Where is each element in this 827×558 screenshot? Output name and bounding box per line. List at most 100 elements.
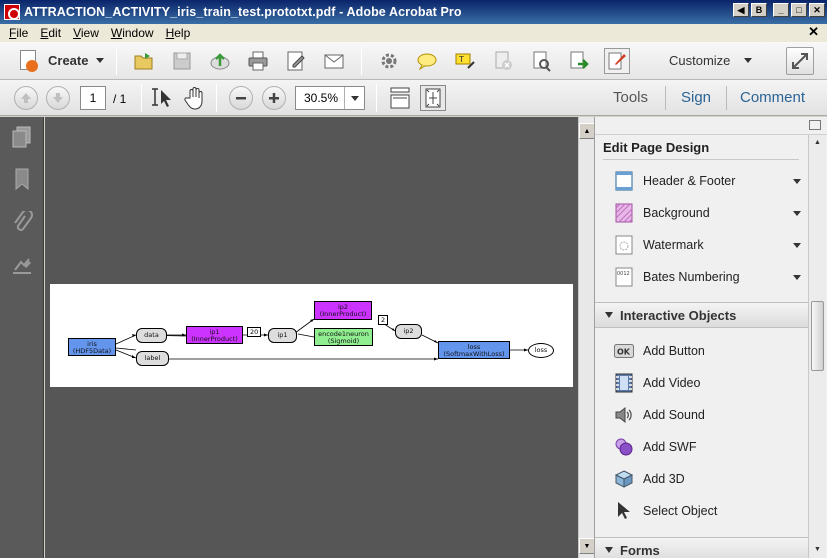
loss-softmaxwithloss-layer: loss (SoftmaxWithLoss) [438,341,510,359]
speaker-sound-icon [613,404,635,426]
add-sound-item[interactable]: Add Sound [613,401,803,429]
email-icon[interactable] [321,48,347,74]
minus-icon [236,97,246,100]
open-folder-icon[interactable] [131,48,157,74]
arrow-down-icon [53,93,63,103]
scroll-up-arrow[interactable]: ▲ [810,135,825,150]
swf-bubbles-icon [613,436,635,458]
collapse-triangle-icon [605,312,613,318]
scroll-down-arrow[interactable]: ▼ [579,538,595,554]
edge-label-20: 20 [247,327,262,337]
encode1neuron-sigmoid-layer: encode1neuron (Sigmoid) [314,328,373,346]
tools-pane-scrollbar[interactable]: ▲ ▼ [808,135,826,558]
pane-options-icon[interactable] [809,120,821,130]
svg-text:OK: OK [617,348,631,357]
tools-tab[interactable]: Tools [613,89,648,106]
menu-window[interactable]: Window [105,26,160,40]
sign-tab[interactable]: Sign [681,89,711,106]
export-arrow-icon[interactable] [566,48,592,74]
highlight-text-icon[interactable]: T [452,48,478,74]
watermark-icon [613,234,635,256]
svg-text:T: T [458,55,464,64]
save-icon[interactable] [169,48,195,74]
background-item[interactable]: Background [613,199,803,227]
comment-tab[interactable]: Comment [740,89,805,106]
document-view[interactable]: iris (HDF5Data) data label ip1 (InnerPro… [45,117,578,558]
background-icon [613,202,635,224]
svg-text:0012: 0012 [617,271,630,277]
select-object-label: Select Object [643,504,718,518]
page-number-input[interactable]: 1 [80,86,106,110]
menu-edit[interactable]: Edit [34,26,67,40]
add-3d-label: Add 3D [643,472,685,486]
interactive-objects-header[interactable]: Interactive Objects [595,302,808,328]
page-thumbnails-icon[interactable] [10,125,34,149]
collapse-triangle-icon [605,547,613,553]
add-swf-item[interactable]: Add SWF [613,433,803,461]
bookmarks-icon[interactable] [10,167,34,191]
select-object-item[interactable]: Select Object [613,497,803,525]
comment-bubble-icon[interactable] [414,48,440,74]
menu-file[interactable]: File [3,26,34,40]
scrollbar-thumb[interactable] [811,301,824,371]
loss-output-node: loss [528,343,554,358]
document-scrollbar[interactable]: ▲ ▼ [578,117,595,558]
add-3d-item[interactable]: Add 3D [613,465,803,493]
bates-numbering-icon: 0012 [613,266,635,288]
upload-cloud-icon[interactable] [207,48,233,74]
watermark-item[interactable]: Watermark [613,231,803,259]
delete-page-icon[interactable] [490,48,516,74]
signatures-icon[interactable] [10,255,34,279]
doc-minimize-button[interactable]: ◀ [733,3,749,17]
zoom-in-button[interactable] [262,86,286,110]
chevron-down-icon[interactable] [793,210,801,216]
print-icon[interactable] [245,48,271,74]
zoom-out-button[interactable] [229,86,253,110]
fullscreen-expand-button[interactable] [786,47,814,75]
lock-document-icon[interactable] [528,48,554,74]
edit-document-icon[interactable] [283,48,309,74]
add-video-item[interactable]: Add Video [613,369,803,397]
previous-page-button[interactable] [14,86,38,110]
maximize-button[interactable]: □ [791,3,807,17]
label-blob-node: label [136,351,169,366]
menu-view[interactable]: View [67,26,105,40]
header-footer-item[interactable]: Header & Footer [613,167,803,195]
bates-numbering-item[interactable]: 0012 Bates Numbering [613,263,803,291]
zoom-level-select[interactable]: 30.5% [295,86,365,110]
doc-restore-button[interactable]: B [751,3,767,17]
node-sublabel: (InnerProduct) [319,310,367,318]
menu-help[interactable]: Help [160,26,197,40]
next-page-button[interactable] [46,86,70,110]
hand-tool-icon[interactable] [184,86,206,110]
create-button[interactable]: Create [14,47,108,75]
ip1-blob-node: ip1 [268,328,297,343]
forms-header[interactable]: Forms [595,537,808,558]
chevron-down-icon[interactable] [793,274,801,280]
tab-divider [726,86,727,110]
fit-width-icon[interactable] [388,86,412,110]
chevron-down-icon [744,58,753,63]
chevron-down-icon[interactable] [793,242,801,248]
arrow-cursor-icon [613,500,635,522]
add-button-item[interactable]: OK Add Button [613,337,803,365]
close-document-icon[interactable]: ✕ [808,24,819,40]
node-sublabel: (SoftmaxWithLoss) [443,350,505,358]
scroll-up-arrow[interactable]: ▲ [579,123,595,139]
scroll-down-arrow[interactable]: ▼ [810,542,825,557]
fit-page-button[interactable] [420,85,446,111]
sign-edit-icon[interactable] [604,47,631,74]
ip2-blob-node: ip2 [395,324,422,339]
zoom-dropdown-button[interactable] [344,87,364,109]
settings-gear-icon[interactable] [376,48,402,74]
chevron-down-icon[interactable] [793,178,801,184]
toolbar-divider [376,84,377,112]
bates-numbering-label: Bates Numbering [643,270,740,284]
close-button[interactable]: ✕ [809,3,825,17]
fit-page-icon [425,88,441,108]
minimize-button[interactable]: _ [773,3,789,17]
customize-menu[interactable]: Customize [669,53,753,68]
header-footer-label: Header & Footer [643,174,736,188]
select-cursor-icon[interactable] [152,86,174,110]
attachments-paperclip-icon[interactable] [10,211,34,235]
